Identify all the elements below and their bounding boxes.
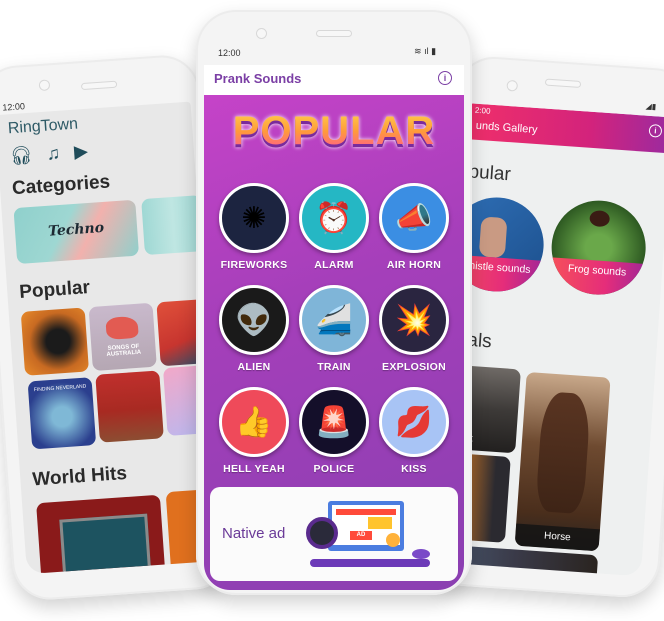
info-icon[interactable]: i: [438, 71, 452, 85]
world-hits-heading: World Hits: [31, 462, 128, 491]
status-time: 12:00: [218, 48, 241, 58]
sound-label: POLICE: [313, 463, 355, 475]
sound-label: ALARM: [314, 259, 354, 271]
animal-tile-horse[interactable]: Horse: [514, 371, 611, 552]
signal-battery-icon: ◢▮: [645, 101, 657, 112]
phone-speaker: [316, 30, 352, 37]
sound-label: HELL YEAH: [223, 463, 285, 475]
keyboard-illustration: [310, 559, 430, 567]
magnifier-icon: [306, 517, 338, 549]
sound-item-label: Frog sounds: [548, 257, 645, 298]
hand-image: [478, 216, 508, 259]
album-cover[interactable]: [20, 307, 90, 376]
app-bar: 2:00 unds Gallery i: [466, 103, 664, 154]
native-ad-card[interactable]: Native ad AD: [210, 487, 458, 581]
cover-art: [59, 513, 153, 575]
app-title: unds Gallery: [475, 119, 538, 137]
app-title: Prank Sounds: [214, 71, 302, 86]
ad-badge: AD: [350, 531, 372, 540]
battery-icon: ▮: [431, 46, 437, 56]
sound-button-air-horn[interactable]: 📣 AIR HORN: [374, 183, 454, 271]
signal-icon: ıl: [424, 46, 429, 56]
status-time: 2:00: [474, 105, 491, 116]
explosion-icon: 💥: [379, 285, 449, 355]
wifi-icon: ≋: [414, 46, 422, 56]
music-note-icon[interactable]: ♫: [46, 143, 61, 165]
thumbs-up-icon: 👍: [219, 387, 289, 457]
play-store-icon[interactable]: ▶: [73, 141, 88, 163]
category-tile-techno[interactable]: Techno: [13, 199, 140, 265]
sound-button-explosion[interactable]: 💥 EXPLOSION: [374, 285, 454, 373]
sound-grid: ✺ FIREWORKS ⏰ ALARM 📣 AIR HORN 👽 ALIEN 🚄 TRAIN 💥 EX…: [214, 183, 454, 475]
album-cover-finding-neverland[interactable]: FINDING NEVERLAND: [27, 377, 97, 450]
sound-label: AIR HORN: [386, 259, 442, 271]
status-time: 12:00: [2, 101, 26, 113]
mouse-illustration: [412, 549, 430, 559]
ringtown-screen: RingTown 🎧︎ ♫ ▶ Categories Techno Popula…: [0, 101, 223, 575]
police-lights-icon: 🚨: [299, 387, 369, 457]
popular-heading: pular: [467, 161, 512, 186]
lips-icon: 💋: [379, 387, 449, 457]
app-bar: Prank Sounds i: [204, 65, 464, 95]
phone-speaker: [80, 80, 118, 91]
info-icon[interactable]: i: [648, 123, 663, 138]
album-cover[interactable]: [95, 370, 164, 443]
popular-banner: POPULAR: [204, 109, 464, 154]
sound-button-alarm[interactable]: ⏰ ALARM: [294, 183, 374, 271]
sound-label: FIREWORKS: [220, 259, 288, 271]
coin-icon: [386, 533, 400, 547]
prank-sounds-screen: Prank Sounds i POPULAR ✺ FIREWORKS ⏰ ALARM 📣…: [204, 65, 464, 590]
sound-button-police[interactable]: 🚨 POLICE: [294, 387, 374, 475]
sounds-panel: POPULAR ✺ FIREWORKS ⏰ ALARM 📣 AIR HORN 👽 ALIEN 🚄…: [204, 95, 464, 590]
sound-button-hell-yeah[interactable]: 👍 HELL YEAH: [214, 387, 294, 475]
front-camera: [256, 28, 267, 39]
sound-label: EXPLOSION: [382, 361, 446, 373]
sound-label: KISS: [401, 463, 427, 475]
train-icon: 🚄: [299, 285, 369, 355]
album-title: SONGS OF AUSTRALIA: [106, 343, 142, 359]
sound-button-train[interactable]: 🚄 TRAIN: [294, 285, 374, 373]
sound-label: TRAIN: [317, 361, 351, 373]
sound-button-alien[interactable]: 👽 ALIEN: [214, 285, 294, 373]
nav-icons: 🎧︎ ♫ ▶: [9, 141, 88, 167]
prank-sounds-phone: 12:00 ≋ ıl ▮ Prank Sounds i POPULAR ✺ FIR…: [196, 10, 472, 595]
headphones-icon[interactable]: 🎧︎: [9, 145, 33, 168]
world-hit-cover[interactable]: [36, 494, 166, 575]
butterfly-image: [589, 209, 611, 228]
sound-button-kiss[interactable]: 💋 KISS: [374, 387, 454, 475]
phone-speaker: [544, 78, 582, 89]
sound-button-fireworks[interactable]: ✺ FIREWORKS: [214, 183, 294, 271]
album-cover-songs-of-australia[interactable]: SONGS OF AUSTRALIA: [88, 302, 157, 372]
front-camera: [506, 79, 519, 92]
alarm-clock-icon: ⏰: [299, 183, 369, 253]
popular-heading: Popular: [18, 277, 91, 303]
air-horn-icon: 📣: [379, 183, 449, 253]
categories-heading: Categories: [11, 171, 111, 200]
status-icons: ≋ ıl ▮: [414, 46, 436, 57]
album-title: FINDING NEVERLAND: [33, 383, 87, 394]
horse-image: [535, 391, 592, 515]
sound-item-frog[interactable]: Frog sounds: [548, 197, 649, 298]
fireworks-icon: ✺: [219, 183, 289, 253]
sound-label: ALIEN: [237, 361, 271, 373]
alien-icon: 👽: [219, 285, 289, 355]
category-label: Techno: [47, 219, 105, 240]
australia-shape: [105, 315, 139, 340]
ad-label: Native ad: [222, 525, 286, 542]
app-title: RingTown: [7, 115, 79, 138]
front-camera: [38, 79, 51, 92]
